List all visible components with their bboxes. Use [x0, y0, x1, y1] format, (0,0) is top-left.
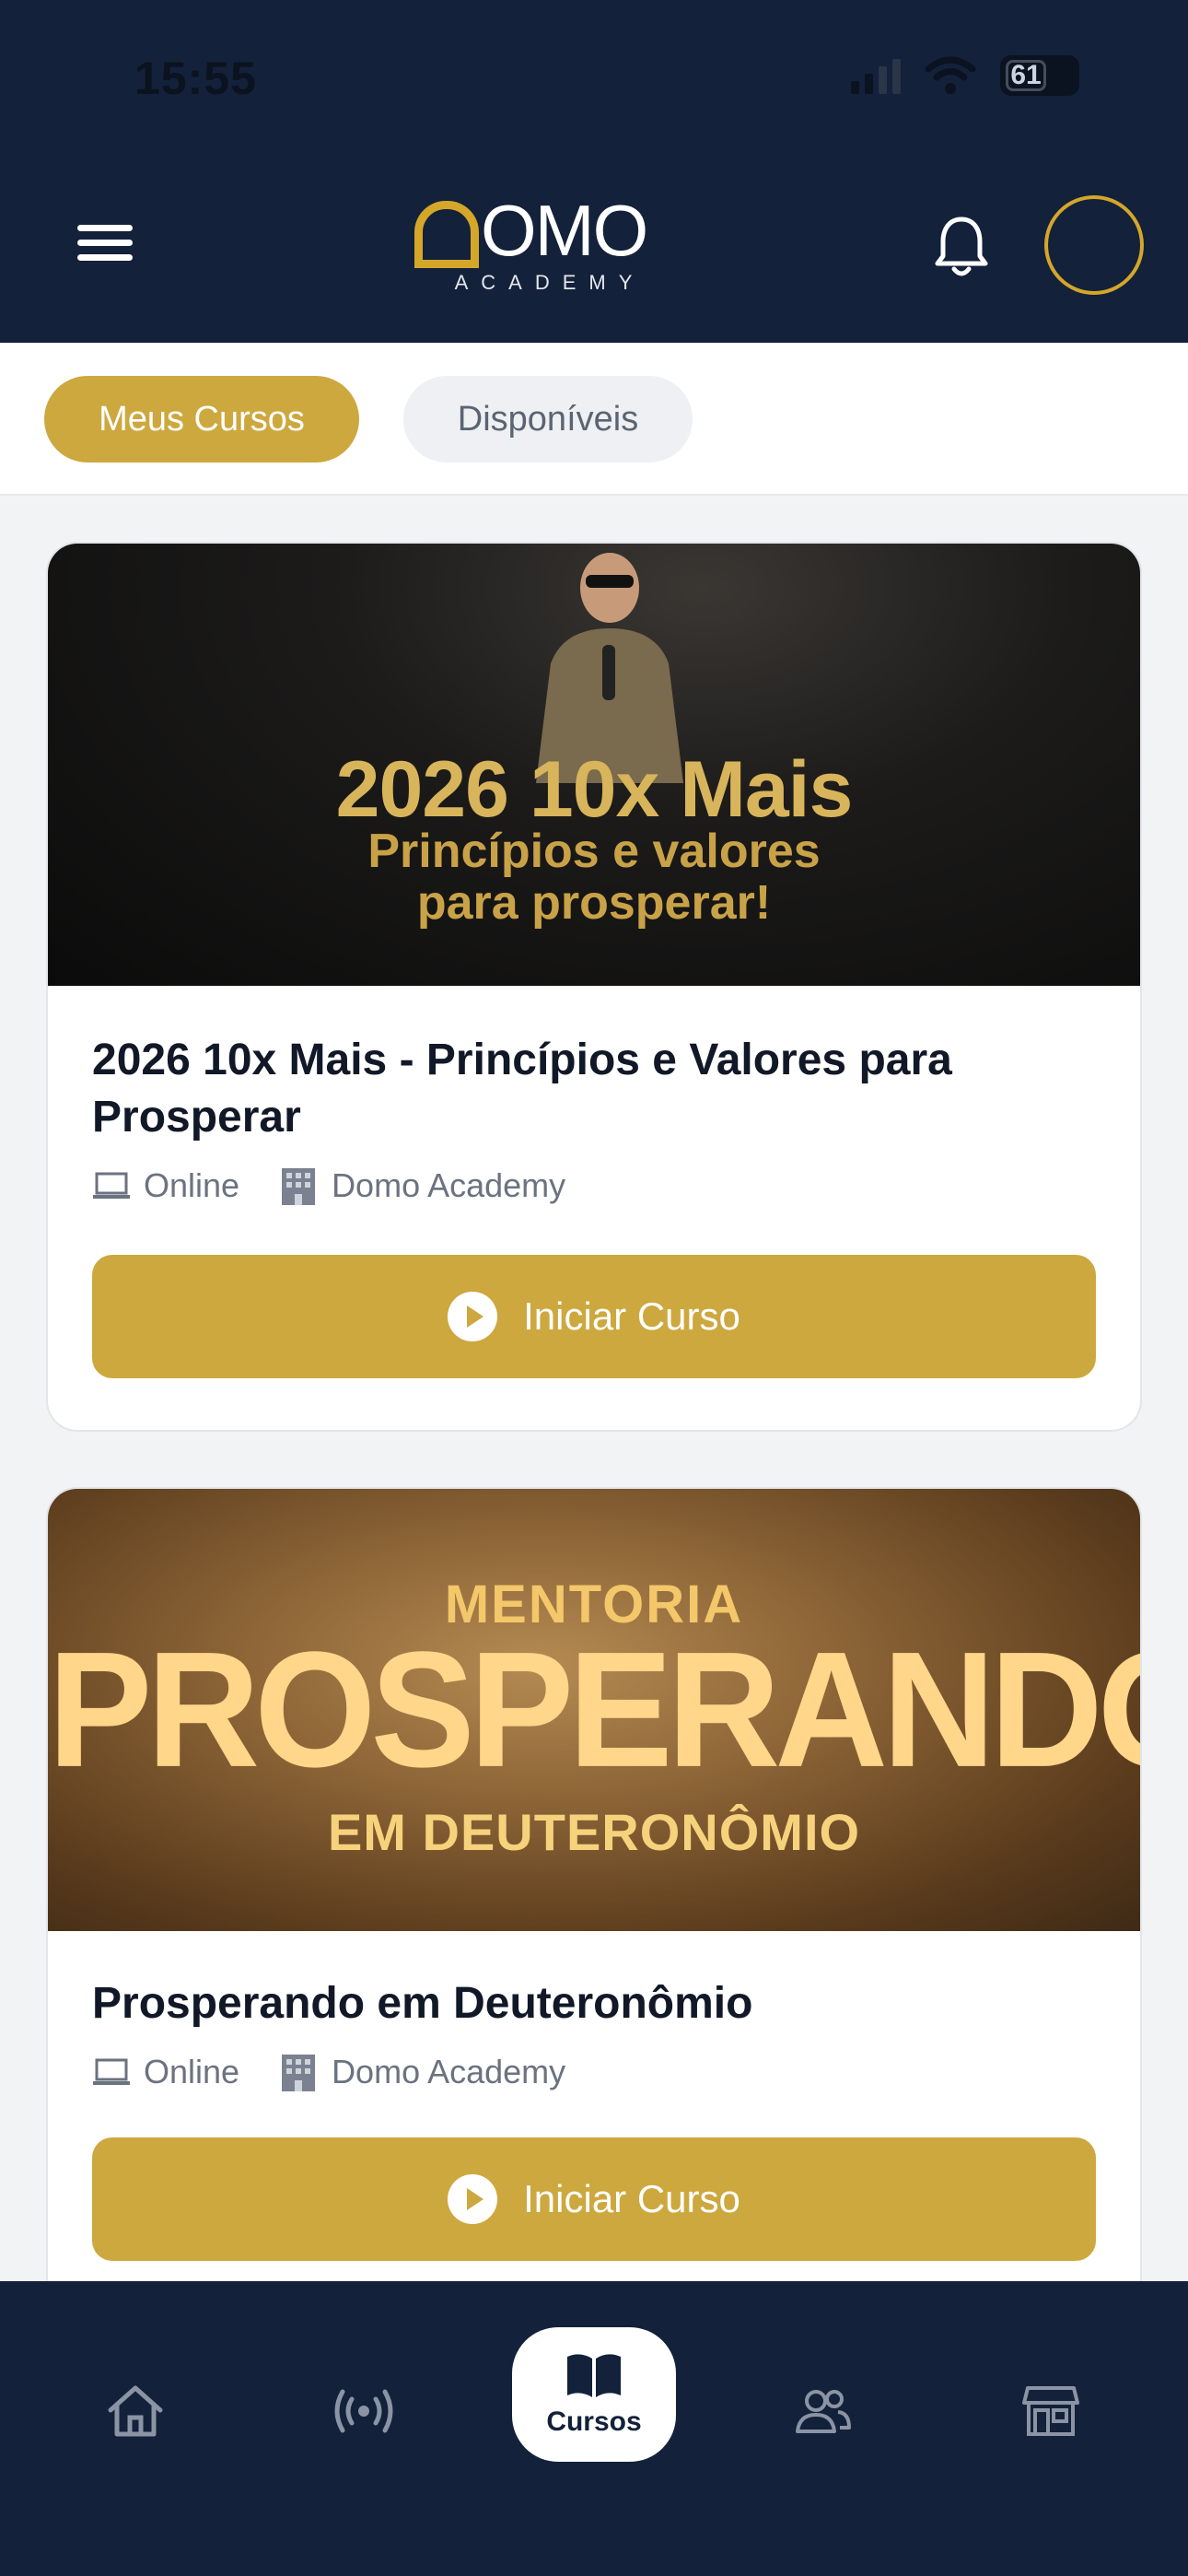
course-mode: Online — [92, 1166, 239, 1205]
cellular-signal-icon — [851, 57, 901, 94]
course-card[interactable]: 2026 10x Mais Princípios e valores para … — [46, 542, 1142, 1432]
nav-home[interactable] — [94, 2370, 177, 2453]
play-icon — [448, 1292, 498, 1341]
laptop-icon — [93, 1172, 130, 1199]
wifi-icon — [925, 56, 976, 94]
notifications-bell-icon[interactable] — [932, 214, 991, 280]
nav-community[interactable] — [781, 2370, 864, 2453]
status-indicators: 61 — [851, 55, 1079, 96]
tab-meus-cursos[interactable]: Meus Cursos — [44, 376, 359, 463]
tab-disponiveis[interactable]: Disponíveis — [403, 376, 693, 463]
laptop-icon — [93, 2058, 130, 2085]
course-card[interactable]: MENTORIA PROSPERANDO EM DEUTERONÔMIO Pro… — [46, 1487, 1142, 2390]
banner-subtitle-line-1: Princípios e valores — [367, 825, 821, 878]
banner-title: 2026 10x Mais — [335, 745, 854, 834]
start-course-button[interactable]: Iniciar Curso — [92, 1255, 1096, 1378]
domo-academy-logo: OMO ACADEMY — [414, 190, 658, 294]
nav-store[interactable] — [1009, 2370, 1092, 2453]
menu-button[interactable] — [77, 225, 133, 265]
live-broadcast-icon — [334, 2389, 393, 2433]
course-title: 2026 10x Mais - Princípios e Valores par… — [92, 1036, 952, 1142]
book-icon — [567, 2354, 621, 2397]
course-provider-label: Domo Academy — [332, 1166, 566, 1204]
logo-text: OMO — [481, 190, 648, 271]
course-banner-image: MENTORIA PROSPERANDO EM DEUTERONÔMIO — [48, 1489, 1140, 1931]
status-time: 15:55 — [134, 53, 257, 104]
course-title: Prosperando em Deuteronômio — [92, 1979, 753, 2028]
course-provider-label: Domo Academy — [332, 2053, 566, 2090]
banner-subtitle: Princípios e valores para prosperar! — [48, 825, 1140, 929]
logo-house-icon — [414, 201, 479, 268]
battery-level: 61 — [1006, 60, 1046, 91]
course-mode-label: Online — [144, 2053, 240, 2090]
top-header: 15:55 61 OMO ACADEMY — [0, 0, 1188, 343]
nav-live[interactable] — [322, 2370, 405, 2453]
course-meta: Online Domo Academy — [92, 1166, 1096, 1205]
battery-icon: 61 — [1000, 55, 1079, 96]
play-icon — [448, 2174, 498, 2224]
course-banner-image: 2026 10x Mais Princípios e valores para … — [48, 544, 1140, 986]
home-icon — [108, 2385, 163, 2437]
community-icon — [796, 2390, 851, 2433]
user-avatar[interactable] — [1044, 195, 1144, 295]
store-icon — [1022, 2386, 1079, 2436]
start-course-label: Iniciar Curso — [523, 2177, 740, 2220]
bottom-navigation: Cursos — [0, 2281, 1188, 2576]
course-mode: Online — [92, 2053, 239, 2091]
building-icon — [282, 1168, 316, 1205]
logo-subtext: ACADEMY — [454, 271, 646, 294]
banner-subtitle-line-2: para prosperar! — [416, 876, 772, 930]
course-tabs: Meus Cursos Disponíveis — [0, 343, 1188, 496]
nav-cursos[interactable]: Cursos — [512, 2327, 676, 2462]
banner-bottom-text: EM DEUTERONÔMIO — [327, 1803, 861, 1861]
banner-main-text: PROSPERANDO — [48, 1618, 1140, 1802]
nav-cursos-label: Cursos — [546, 2406, 642, 2437]
start-course-button[interactable]: Iniciar Curso — [92, 2137, 1096, 2261]
course-meta: Online Domo Academy — [92, 2053, 1096, 2091]
course-provider: Domo Academy — [278, 1166, 565, 1205]
start-course-label: Iniciar Curso — [523, 1294, 740, 1338]
course-mode-label: Online — [144, 1166, 240, 1204]
course-provider: Domo Academy — [278, 2053, 565, 2091]
building-icon — [282, 2055, 316, 2091]
